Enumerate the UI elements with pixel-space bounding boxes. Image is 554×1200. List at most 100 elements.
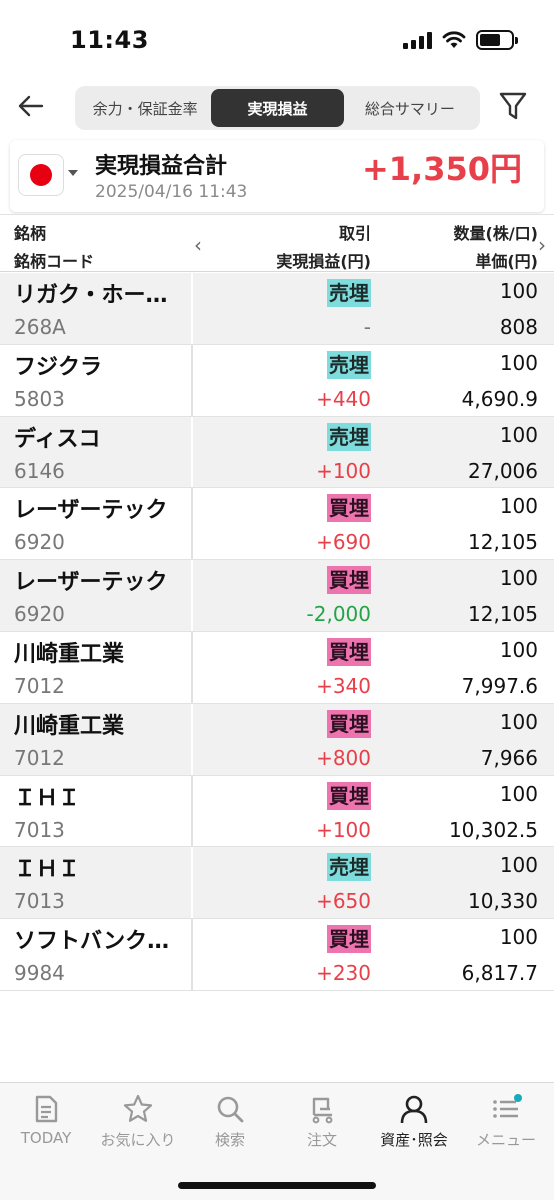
stock-code: 7012	[14, 673, 65, 698]
table-row[interactable]: ソフトバンク… 9984 買埋 +230 100 6,817.7	[0, 919, 554, 991]
quantity: 100	[499, 494, 538, 519]
stock-code: 6920	[14, 602, 65, 627]
battery-icon	[476, 30, 518, 50]
table-row[interactable]: レーザーテック 6920 買埋 -2,000 100 12,105	[0, 560, 554, 632]
arrow-left-icon	[18, 95, 44, 117]
unit-price: 4,690.9	[461, 386, 538, 411]
chevron-down-icon[interactable]	[68, 170, 78, 176]
stock-name: ＩＨＩ	[14, 785, 81, 811]
status-icons	[403, 30, 518, 50]
unit-price: 7,966	[480, 745, 538, 770]
scroll-right-icon[interactable]: ›	[538, 233, 546, 257]
tab-favorites[interactable]: お気に入り	[92, 1093, 184, 1153]
realized-pnl: +100	[316, 817, 371, 842]
unit-price: 12,105	[468, 602, 538, 627]
quantity: 100	[499, 566, 538, 591]
trade-badge: 売埋	[327, 350, 371, 379]
status-time: 11:43	[70, 26, 149, 54]
stock-name: ディスコ	[14, 426, 101, 452]
back-button[interactable]	[10, 86, 50, 126]
menu-icon	[493, 1094, 522, 1118]
tab-label: メニュー	[475, 1131, 536, 1149]
stock-code: 7013	[14, 889, 65, 914]
table-row[interactable]: ＩＨＩ 7013 買埋 +100 100 10,302.5	[0, 775, 554, 848]
stock-code: 268A	[14, 315, 66, 339]
table-body: リガク・ホー… 268A 売埋 - 100 808 フジクラ 5803 売埋 +…	[0, 273, 554, 991]
segmented-tabs: 余力・保証金率 実現損益 総合サマリー	[75, 86, 480, 130]
summary-total: +1,350円	[361, 150, 522, 188]
quantity: 100	[499, 279, 538, 303]
tab-summary[interactable]: 総合サマリー	[344, 89, 476, 127]
quantity: 100	[499, 709, 538, 734]
tab-search[interactable]: 検索	[184, 1093, 276, 1153]
tab-label: 注文	[306, 1131, 337, 1149]
tab-margin[interactable]: 余力・保証金率	[79, 89, 211, 127]
tab-label: 資産･照会	[380, 1131, 448, 1149]
trade-badge: 買埋	[327, 566, 371, 595]
scroll-left-icon[interactable]: ‹	[194, 233, 202, 257]
tab-label: お気に入り	[100, 1131, 176, 1149]
stock-code: 5803	[14, 386, 65, 411]
unit-price: 6,817.7	[461, 961, 538, 986]
stock-name: ソフトバンク…	[14, 929, 170, 955]
tab-menu[interactable]: メニュー	[460, 1093, 552, 1153]
table-row[interactable]: 川崎重工業 7012 買埋 +800 100 7,966	[0, 703, 554, 776]
unit-price: 10,330	[468, 889, 538, 914]
stock-code: 6920	[14, 530, 65, 555]
stock-code: 6146	[14, 458, 65, 483]
trade-badge: 買埋	[327, 709, 371, 738]
realized-pnl: +230	[316, 961, 371, 986]
stock-code: 7013	[14, 817, 65, 842]
unit-price: 808	[499, 315, 538, 339]
country-selector[interactable]	[18, 154, 64, 196]
cellular-signal-icon	[403, 31, 432, 49]
tab-realized-pnl[interactable]: 実現損益	[211, 89, 344, 127]
stock-name: リガク・ホー…	[14, 283, 168, 308]
trade-badge: 買埋	[327, 925, 371, 954]
realized-pnl: +340	[316, 673, 371, 698]
nav-header: 余力・保証金率 実現損益 総合サマリー	[0, 80, 554, 136]
header-pnl: 実現損益(円)	[276, 252, 371, 271]
trade-badge: 売埋	[327, 279, 371, 307]
stock-name: ＩＨＩ	[14, 857, 81, 883]
quantity: 100	[499, 853, 538, 878]
realized-pnl: +690	[316, 530, 371, 555]
table-header: 銘柄 銘柄コード 取引 実現損益(円) 数量(株/口) 単価(円) ‹ ›	[0, 214, 554, 272]
summary-date: 2025/04/16 11:43	[95, 182, 248, 202]
filter-icon	[499, 92, 527, 120]
quantity: 100	[499, 781, 538, 806]
unit-price: 12,105	[468, 530, 538, 555]
tab-assets[interactable]: 資産･照会	[368, 1093, 460, 1153]
table-row[interactable]: ディスコ 6146 売埋 +100 100 27,006	[0, 416, 554, 489]
unit-price: 7,997.6	[461, 673, 538, 698]
tab-today[interactable]: TODAY	[0, 1093, 92, 1153]
stock-name: 川崎重工業	[14, 641, 125, 667]
table-row[interactable]: リガク・ホー… 268A 売埋 - 100 808	[0, 273, 554, 345]
header-qty: 数量(株/口)	[453, 224, 538, 243]
trade-badge: 買埋	[327, 781, 371, 810]
tab-label: TODAY	[20, 1129, 72, 1147]
stock-name: 川崎重工業	[14, 713, 125, 739]
filter-button[interactable]	[498, 90, 538, 130]
quantity: 100	[499, 637, 538, 662]
tab-order[interactable]: 注文	[276, 1093, 368, 1153]
realized-pnl: -2,000	[306, 602, 371, 627]
table-row[interactable]: 川崎重工業 7012 買埋 +340 100 7,997.6	[0, 631, 554, 704]
stock-name: レーザーテック	[14, 498, 168, 524]
wifi-icon	[442, 31, 466, 48]
table-row[interactable]: ＩＨＩ 7013 売埋 +650 100 10,330	[0, 847, 554, 920]
tab-label: 検索	[214, 1131, 245, 1149]
summary-title: 実現損益合計	[95, 154, 228, 179]
star-icon	[123, 1094, 153, 1122]
table-row[interactable]: フジクラ 5803 売埋 +440 100 4,690.9	[0, 344, 554, 417]
trade-badge: 売埋	[327, 422, 371, 451]
quantity: 100	[499, 925, 538, 950]
stock-name: レーザーテック	[14, 570, 168, 596]
realized-pnl: +100	[316, 458, 371, 483]
quantity: 100	[499, 422, 538, 447]
stock-name: フジクラ	[14, 354, 103, 380]
realized-pnl: +650	[316, 889, 371, 914]
cart-icon	[312, 1097, 333, 1124]
unit-price: 27,006	[468, 458, 538, 483]
table-row[interactable]: レーザーテック 6920 買埋 +690 100 12,105	[0, 488, 554, 561]
